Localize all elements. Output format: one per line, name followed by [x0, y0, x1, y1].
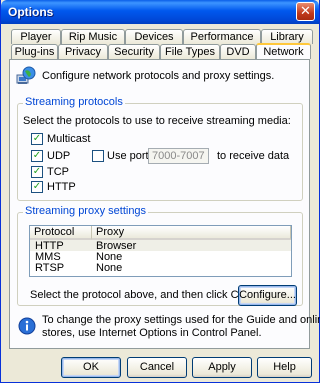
ports-suffix-label: to receive data — [217, 150, 290, 162]
network-globe-icon — [16, 66, 36, 86]
tab-library[interactable]: Library — [261, 29, 313, 44]
multicast-label[interactable]: Multicast — [47, 133, 90, 145]
tab-plug-ins[interactable]: Plug-ins — [11, 44, 58, 59]
table-row[interactable]: RTSP None — [30, 262, 291, 274]
column-header-protocol[interactable]: Protocol — [30, 226, 92, 240]
tab-file-types[interactable]: File Types — [160, 44, 220, 59]
table-row[interactable]: HTTP Browser — [30, 240, 291, 252]
tab-performance[interactable]: Performance — [183, 29, 261, 44]
window-title: Options — [8, 5, 54, 19]
help-button[interactable]: Help — [257, 357, 312, 378]
tab-security[interactable]: Security — [108, 44, 160, 59]
tab-network[interactable]: Network — [256, 43, 311, 59]
multicast-checkbox[interactable]: ✓ — [31, 133, 43, 145]
http-checkbox[interactable]: ✓ — [31, 181, 43, 193]
close-button[interactable]: ✕ — [296, 2, 315, 21]
info-text-line2: stores, use Internet Options in Control … — [42, 327, 262, 339]
tab-dvd[interactable]: DVD — [220, 44, 256, 59]
tab-privacy[interactable]: Privacy — [58, 44, 108, 59]
tab-devices[interactable]: Devices — [125, 29, 183, 44]
row-proxy: None — [96, 262, 123, 274]
tcp-checkbox[interactable]: ✓ — [31, 166, 43, 178]
tab-rip-music[interactable]: Rip Music — [61, 29, 125, 44]
table-row[interactable]: MMS None — [30, 251, 291, 263]
network-tab-panel: Configure network protocols and proxy se… — [9, 59, 320, 349]
udp-checkbox[interactable]: ✓ — [31, 150, 43, 162]
info-icon — [18, 317, 36, 335]
ports-input[interactable]: 7000-7007 — [148, 148, 209, 164]
udp-label[interactable]: UDP — [47, 150, 70, 162]
protocols-instruction: Select the protocols to use to receive s… — [23, 115, 291, 127]
column-header-proxy[interactable]: Proxy — [92, 226, 291, 240]
info-text-line1: To change the proxy settings used for th… — [42, 314, 320, 326]
row-protocol: RTSP — [35, 262, 65, 274]
http-label[interactable]: HTTP — [47, 181, 76, 193]
tab-player[interactable]: Player — [11, 29, 61, 44]
tcp-label[interactable]: TCP — [47, 166, 69, 178]
use-ports-checkbox[interactable] — [92, 150, 104, 162]
cancel-button[interactable]: Cancel — [127, 357, 187, 378]
proxy-list[interactable]: Protocol Proxy HTTP Browser MMS None RTS… — [29, 225, 292, 277]
options-window: Options ✕ Player Rip Music Devices Perfo… — [0, 0, 320, 383]
intro-text: Configure network protocols and proxy se… — [42, 70, 275, 82]
streaming-protocols-title: Streaming protocols — [23, 96, 125, 108]
apply-button[interactable]: Apply — [192, 357, 252, 378]
title-bar[interactable]: Options ✕ — [1, 0, 319, 24]
configure-button[interactable]: Configure... — [238, 285, 297, 306]
streaming-proxy-title: Streaming proxy settings — [23, 205, 149, 217]
ok-button[interactable]: OK — [61, 357, 121, 378]
